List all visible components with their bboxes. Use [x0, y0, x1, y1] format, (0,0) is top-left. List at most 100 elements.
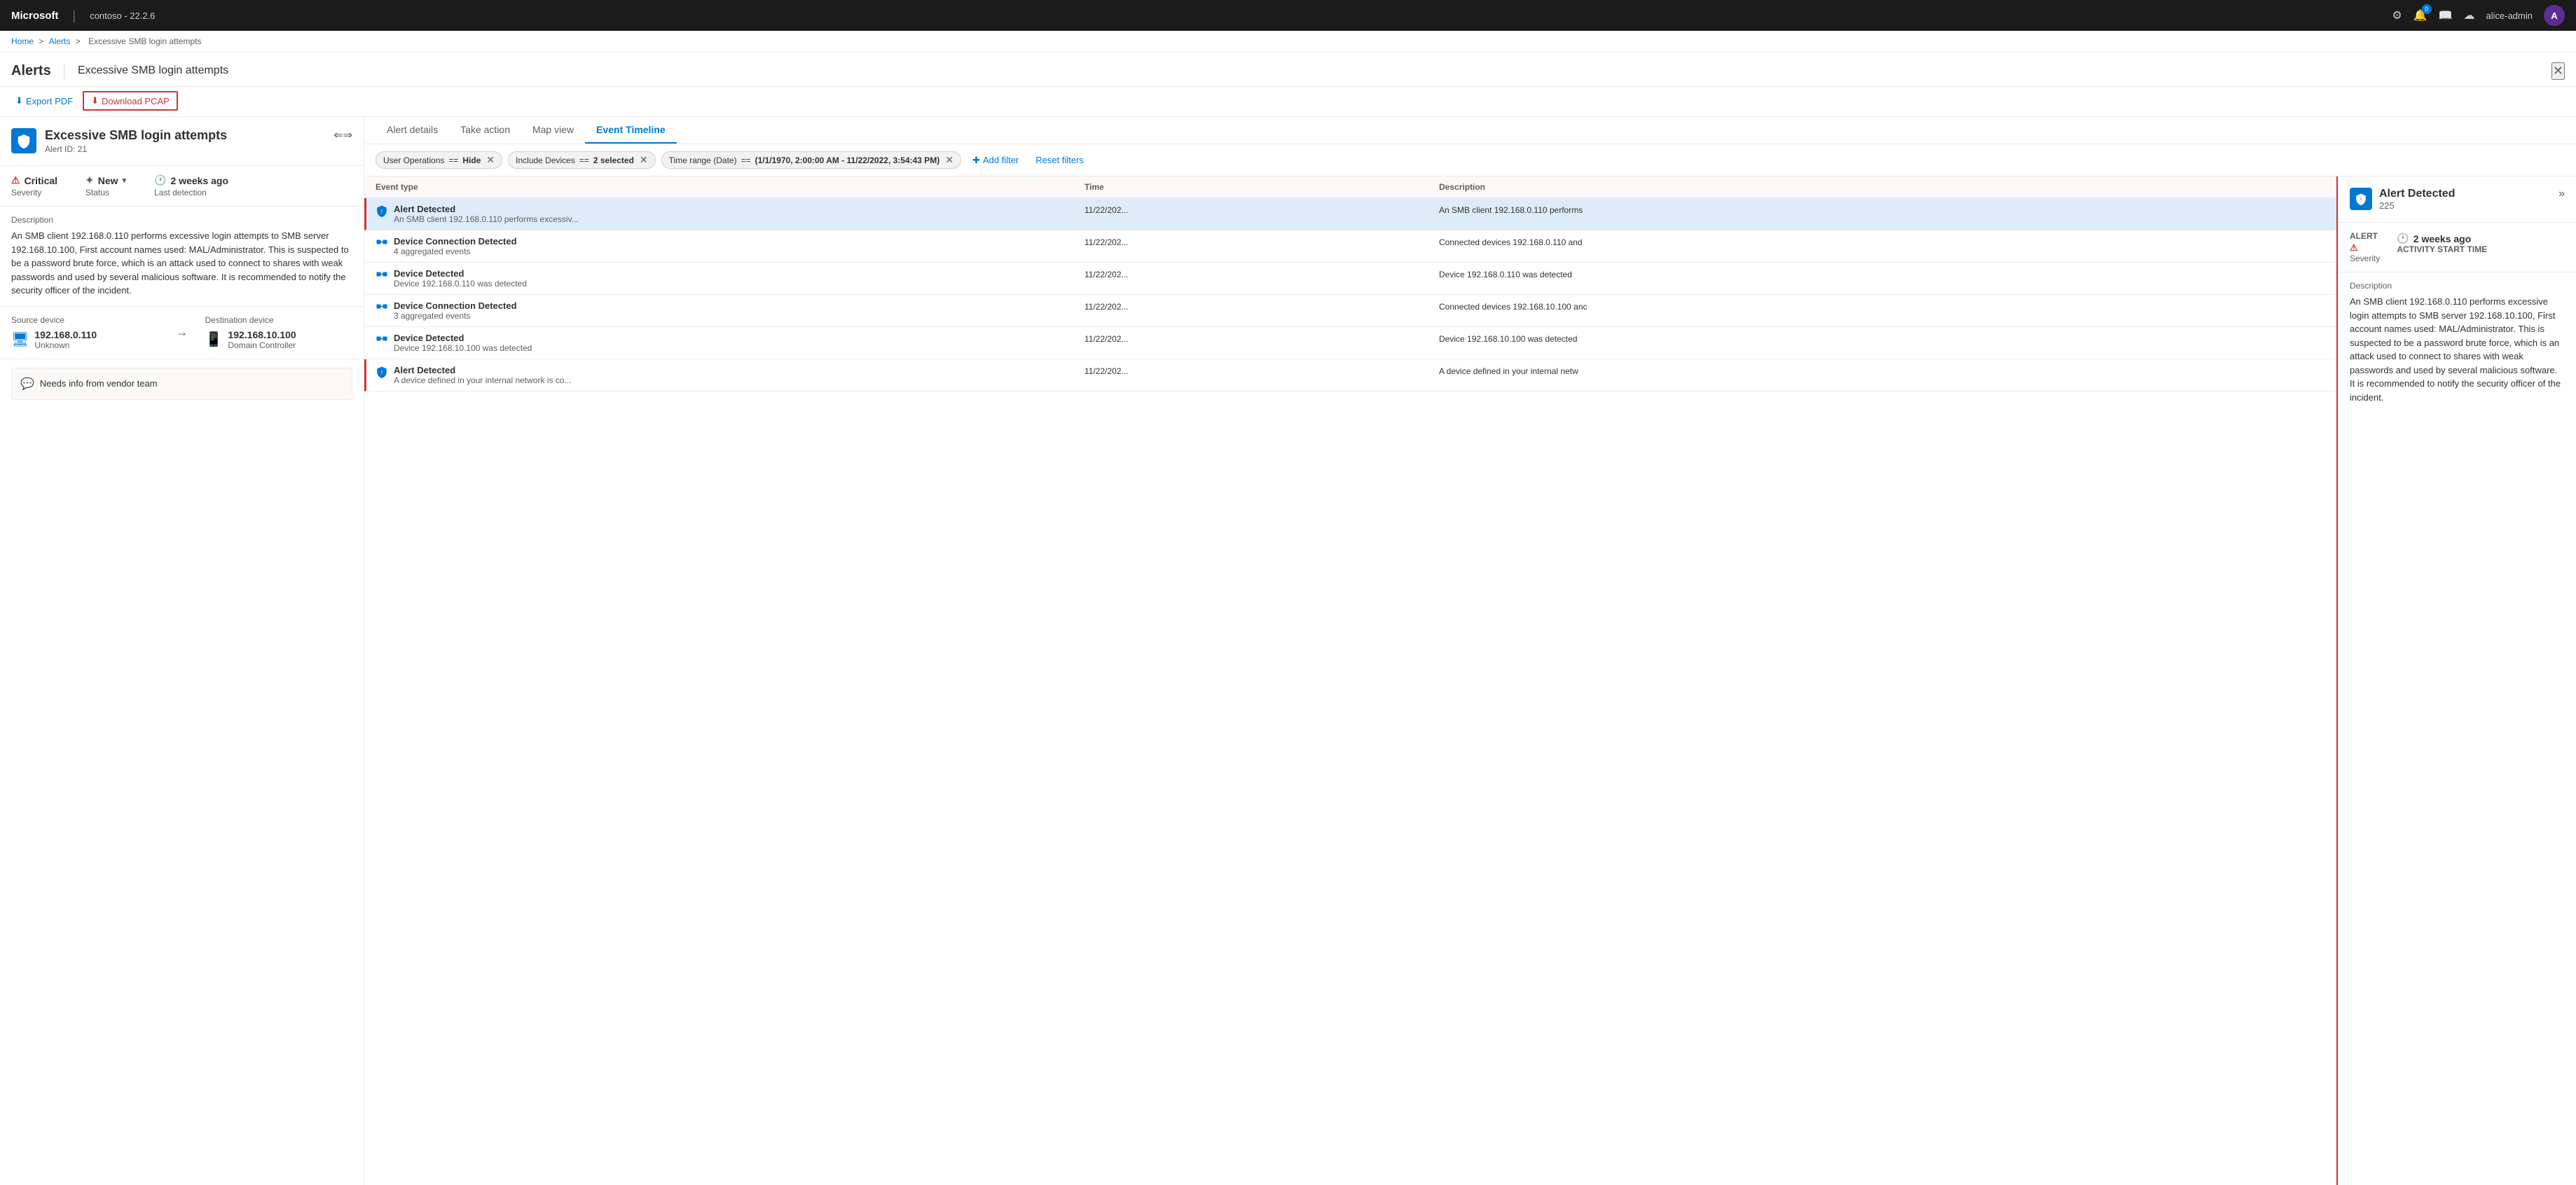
table-row[interactable]: Device Detected Device 192.168.10.100 wa… [364, 327, 2336, 359]
detail-number: 225 [2379, 200, 2455, 211]
right-panel: Alert details Take action Map view Event… [364, 117, 2576, 1185]
download-icon: ⬇ [15, 95, 23, 106]
table-row[interactable]: Device Connection Detected 3 aggregated … [364, 295, 2336, 327]
source-type: Unknown [34, 340, 97, 350]
page-title: Alerts [11, 63, 51, 79]
notification-badge: 0 [2422, 4, 2432, 14]
tab-map-view[interactable]: Map view [521, 117, 585, 144]
cloud-icon[interactable]: ☁ [2464, 8, 2475, 22]
detail-desc-label: Description [2350, 281, 2565, 291]
download-pcap-icon: ⬇ [91, 95, 99, 106]
filter-time-close-icon[interactable]: ✕ [945, 154, 953, 166]
detail-severity: ALERT ⚠ Severity [2350, 231, 2380, 263]
breadcrumb-alerts[interactable]: Alerts [49, 36, 71, 46]
severity-critical-icon: ⚠ [11, 174, 20, 186]
detail-severity-sub: Severity [2350, 254, 2380, 263]
event-table: Event type Time Description ! [364, 176, 2338, 1185]
filter-time-val: (1/1/1970, 2:00:00 AM - 11/22/2022, 3:54… [755, 155, 940, 165]
breadcrumb-current: Excessive SMB login attempts [88, 36, 201, 46]
comment-icon: 💬 [20, 377, 34, 391]
detail-time: 🕐 2 weeks ago Activity start time [2397, 231, 2487, 263]
notifications-icon[interactable]: 🔔 0 [2413, 8, 2427, 22]
detail-expand-icon[interactable]: » [2558, 188, 2565, 200]
event-description: Connected devices 192.168.0.110 and [1439, 236, 2325, 247]
filter-chip-time-range[interactable]: Time range (Date) == (1/1/1970, 2:00:00 … [661, 151, 961, 169]
table-row[interactable]: Device Connection Detected 4 aggregated … [364, 230, 2336, 263]
device-icon [376, 269, 388, 285]
top-navigation: Microsoft | contoso - 22.2.6 ⚙ 🔔 0 📖 ☁ a… [0, 0, 2576, 31]
filter-user-ops-close-icon[interactable]: ✕ [486, 154, 495, 166]
event-name: Device Detected [394, 268, 527, 279]
event-name: Device Connection Detected [394, 236, 517, 247]
left-panel: ! Excessive SMB login attempts Alert ID:… [0, 117, 364, 1185]
filter-chip-include-devices[interactable]: Include Devices == 2 selected ✕ [508, 151, 656, 169]
detail-severity-label: ALERT [2350, 231, 2380, 241]
device-icon [376, 333, 388, 349]
detail-shield-icon: ! [2350, 188, 2372, 210]
event-name: Device Detected [394, 333, 532, 343]
col-header-description: Description [1439, 182, 2325, 192]
tabs-bar: Alert details Take action Map view Event… [364, 117, 2576, 144]
table-row[interactable]: Device Detected Device 192.168.0.110 was… [364, 263, 2336, 295]
destination-type: Domain Controller [228, 340, 296, 350]
event-description: Connected devices 192.168.10.100 anc [1439, 300, 2325, 312]
book-icon[interactable]: 📖 [2439, 8, 2453, 22]
detail-panel-header: ! Alert Detected 225 » [2339, 176, 2576, 223]
event-time: 11/22/202... [1084, 365, 1439, 376]
export-pdf-button[interactable]: ⬇ Export PDF [11, 92, 77, 109]
table-row[interactable]: ! Alert Detected An SMB client 192.168.0… [364, 198, 2336, 230]
device-section: Source device 🖥 192.168.0.110 Unknown → … [0, 307, 364, 359]
add-filter-button[interactable]: ✚ Add filter [967, 153, 1024, 168]
main-content: ! Excessive SMB login attempts Alert ID:… [0, 117, 2576, 1185]
description-label: Description [11, 215, 352, 225]
tab-alert-details[interactable]: Alert details [376, 117, 449, 144]
status-chevron-icon[interactable]: ▾ [123, 176, 127, 185]
status-icon: ✦ [85, 174, 94, 186]
collapse-button[interactable]: ⇐⇒ [333, 128, 352, 142]
plus-icon: ✚ [972, 155, 980, 166]
event-description: Device 192.168.0.110 was detected [1439, 268, 2325, 279]
table-row[interactable]: ! Alert Detected A device defined in you… [364, 359, 2336, 391]
description-section: Description An SMB client 192.168.0.110 … [0, 207, 364, 307]
clock-small-icon: 🕐 [2397, 233, 2409, 244]
event-sub: A device defined in your internal networ… [394, 375, 571, 385]
clock-icon: 🕐 [154, 174, 166, 186]
tab-take-action[interactable]: Take action [449, 117, 521, 144]
event-name: Alert Detected [394, 204, 579, 214]
event-sub: Device 192.168.0.110 was detected [394, 279, 527, 289]
settings-icon[interactable]: ⚙ [2392, 8, 2402, 22]
event-time: 11/22/202... [1084, 268, 1439, 279]
source-device-icon: 🖥 [11, 331, 29, 348]
username-label: alice-admin [2486, 11, 2533, 21]
event-time: 11/22/202... [1084, 236, 1439, 247]
severity-value: Critical [25, 175, 57, 186]
event-sub: 3 aggregated events [394, 311, 517, 321]
svg-text:!: ! [23, 139, 25, 146]
alert-severity-badge: ⚠ [2350, 242, 2358, 254]
download-pcap-button[interactable]: ⬇ Download PCAP [83, 91, 178, 111]
arrow-right-icon: → [176, 325, 188, 340]
filter-chip-user-operations[interactable]: User Operations == Hide ✕ [376, 151, 502, 169]
source-device-label: Source device [11, 315, 159, 325]
filter-devices-close-icon[interactable]: ✕ [640, 154, 648, 166]
alert-shield-icon: ! [11, 128, 36, 153]
status-meta: ✦ New ▾ Status [85, 174, 126, 198]
breadcrumb-home[interactable]: Home [11, 36, 34, 46]
destination-device: Destination device 📱 192.168.10.100 Doma… [205, 315, 353, 350]
close-button[interactable]: ✕ [2551, 62, 2565, 80]
event-name: Alert Detected [394, 365, 571, 375]
detail-time-value: 2 weeks ago [2413, 233, 2472, 244]
comment-section[interactable]: 💬 Needs info from vendor team [11, 368, 352, 400]
event-description: Device 192.168.10.100 was detected [1439, 333, 2325, 344]
description-text: An SMB client 192.168.0.110 performs exc… [11, 229, 352, 298]
event-time: 11/22/202... [1084, 204, 1439, 215]
event-time: 11/22/202... [1084, 333, 1439, 344]
destination-device-label: Destination device [205, 315, 353, 325]
user-avatar[interactable]: A [2544, 5, 2565, 26]
filter-user-ops-key: User Operations [383, 155, 444, 165]
reset-filters-button[interactable]: Reset filters [1030, 153, 1089, 167]
tab-event-timeline[interactable]: Event Timeline [585, 117, 677, 144]
event-description: A device defined in your internal netw [1439, 365, 2325, 376]
status-label: Status [85, 188, 126, 198]
filter-devices-key: Include Devices [516, 155, 575, 165]
